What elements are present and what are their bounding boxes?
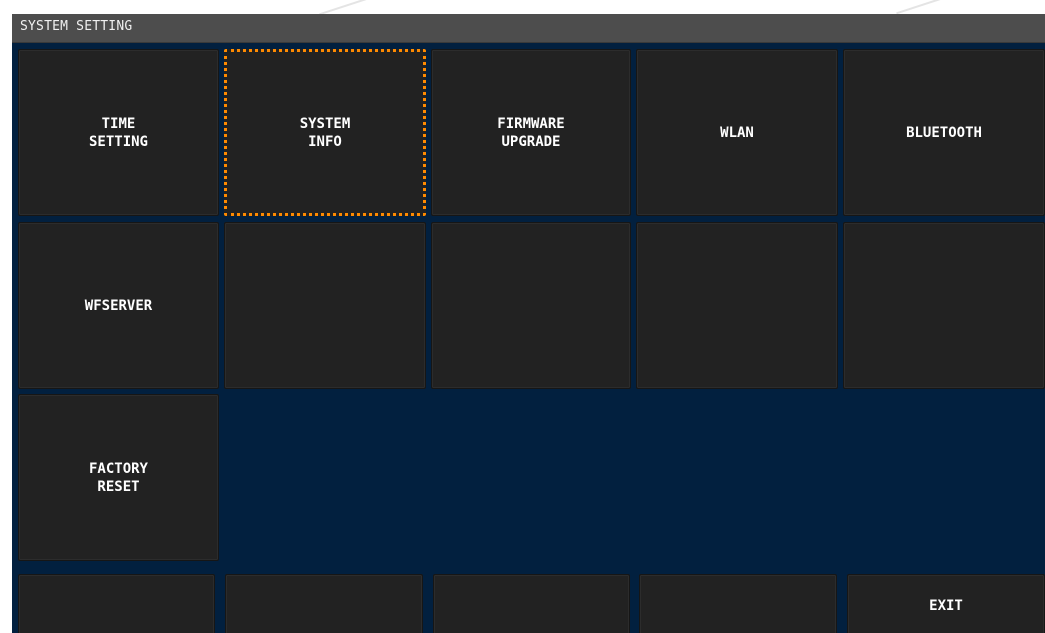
wlan-label: WLAN xyxy=(720,124,754,141)
function-key-1[interactable] xyxy=(18,574,215,633)
time-setting-label: TIME SETTING xyxy=(88,115,148,150)
wfserver-button[interactable]: WFSERVER xyxy=(18,222,219,389)
wfserver-label: WFSERVER xyxy=(84,297,153,314)
system-info-button[interactable]: SYSTEM INFO xyxy=(224,49,426,216)
function-key-4[interactable] xyxy=(639,574,837,633)
time-setting-button[interactable]: TIME SETTING xyxy=(18,49,219,216)
firmware-upgrade-label: FIRMWARE UPGRADE xyxy=(497,115,565,150)
exit-label: EXIT xyxy=(929,598,963,614)
screen-title: SYSTEM SETTING xyxy=(20,19,133,34)
empty-tile[interactable] xyxy=(636,222,838,389)
empty-tile[interactable] xyxy=(843,222,1045,389)
function-key-3[interactable] xyxy=(433,574,630,633)
system-setting-screen: SYSTEM SETTING TIME SETTING SYSTEM INFO … xyxy=(12,14,1045,633)
wlan-button[interactable]: WLAN xyxy=(636,49,838,216)
factory-reset-button[interactable]: FACTORY RESET xyxy=(18,394,219,561)
function-key-2[interactable] xyxy=(225,574,423,633)
exit-button[interactable]: EXIT xyxy=(847,574,1045,633)
watermark-strip xyxy=(0,0,1045,16)
factory-reset-label: FACTORY RESET xyxy=(88,460,148,495)
empty-tile[interactable] xyxy=(224,222,426,389)
firmware-upgrade-button[interactable]: FIRMWARE UPGRADE xyxy=(431,49,631,216)
title-bar: SYSTEM SETTING xyxy=(12,14,1045,43)
system-info-label: SYSTEM INFO xyxy=(299,115,351,150)
bluetooth-button[interactable]: BLUETOOTH xyxy=(843,49,1045,216)
empty-tile[interactable] xyxy=(431,222,631,389)
bluetooth-label: BLUETOOTH xyxy=(906,124,982,141)
